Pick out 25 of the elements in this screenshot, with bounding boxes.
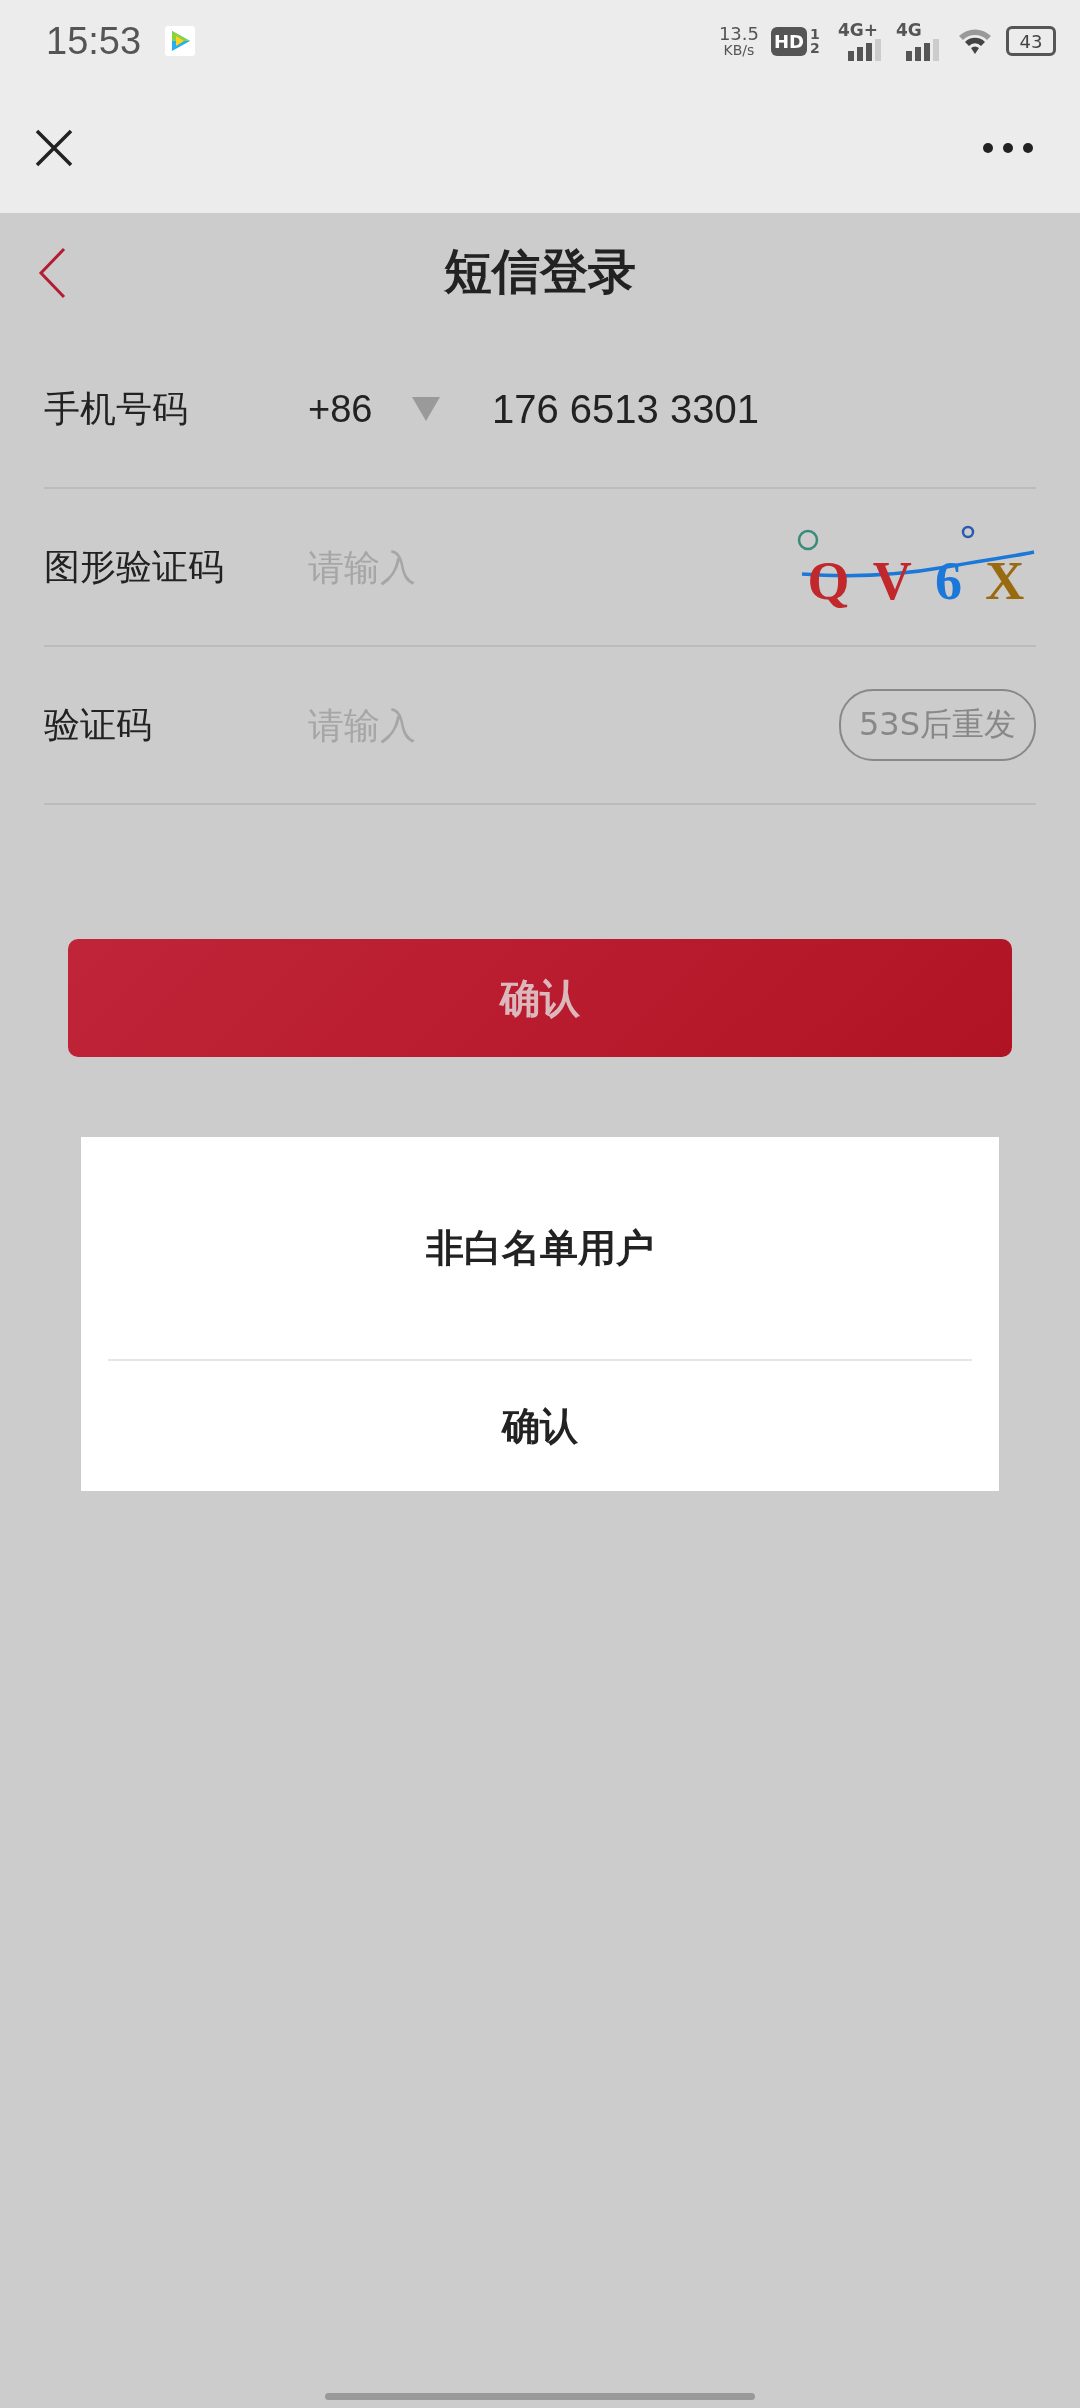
wifi-icon (958, 27, 992, 55)
signal-icon (848, 38, 882, 61)
field-label: 图形验证码 (44, 544, 225, 589)
country-code-dropdown[interactable]: +86 (308, 387, 492, 431)
signal-icon (906, 38, 940, 61)
app-play-icon (165, 26, 196, 56)
close-icon[interactable] (34, 127, 74, 168)
clock: 15:53 (46, 19, 142, 63)
phone-input[interactable]: 176 6513 3301 (492, 386, 759, 432)
caret-icon (412, 397, 441, 421)
dialog-message: 非白名单用户 (425, 1224, 655, 1272)
network-speed: 13.5 (718, 25, 759, 43)
field-label: 手机号码 (44, 386, 189, 431)
more-icon[interactable] (982, 141, 1034, 154)
network-type: 4G (896, 21, 922, 39)
page-title: 短信登录 (444, 242, 636, 301)
dialog-confirm-button[interactable]: 确认 (108, 1361, 972, 1491)
network-type: 4G+ (838, 21, 879, 39)
speed-unit: KB/s (723, 43, 755, 57)
confirm-button[interactable]: 确认 (68, 939, 1012, 1057)
field-label: 验证码 (44, 702, 153, 747)
back-icon[interactable] (38, 247, 66, 299)
sim-slots: 1 2 (810, 27, 822, 55)
hd-badge: HD (771, 26, 807, 56)
battery-level: 43 (1019, 30, 1043, 52)
